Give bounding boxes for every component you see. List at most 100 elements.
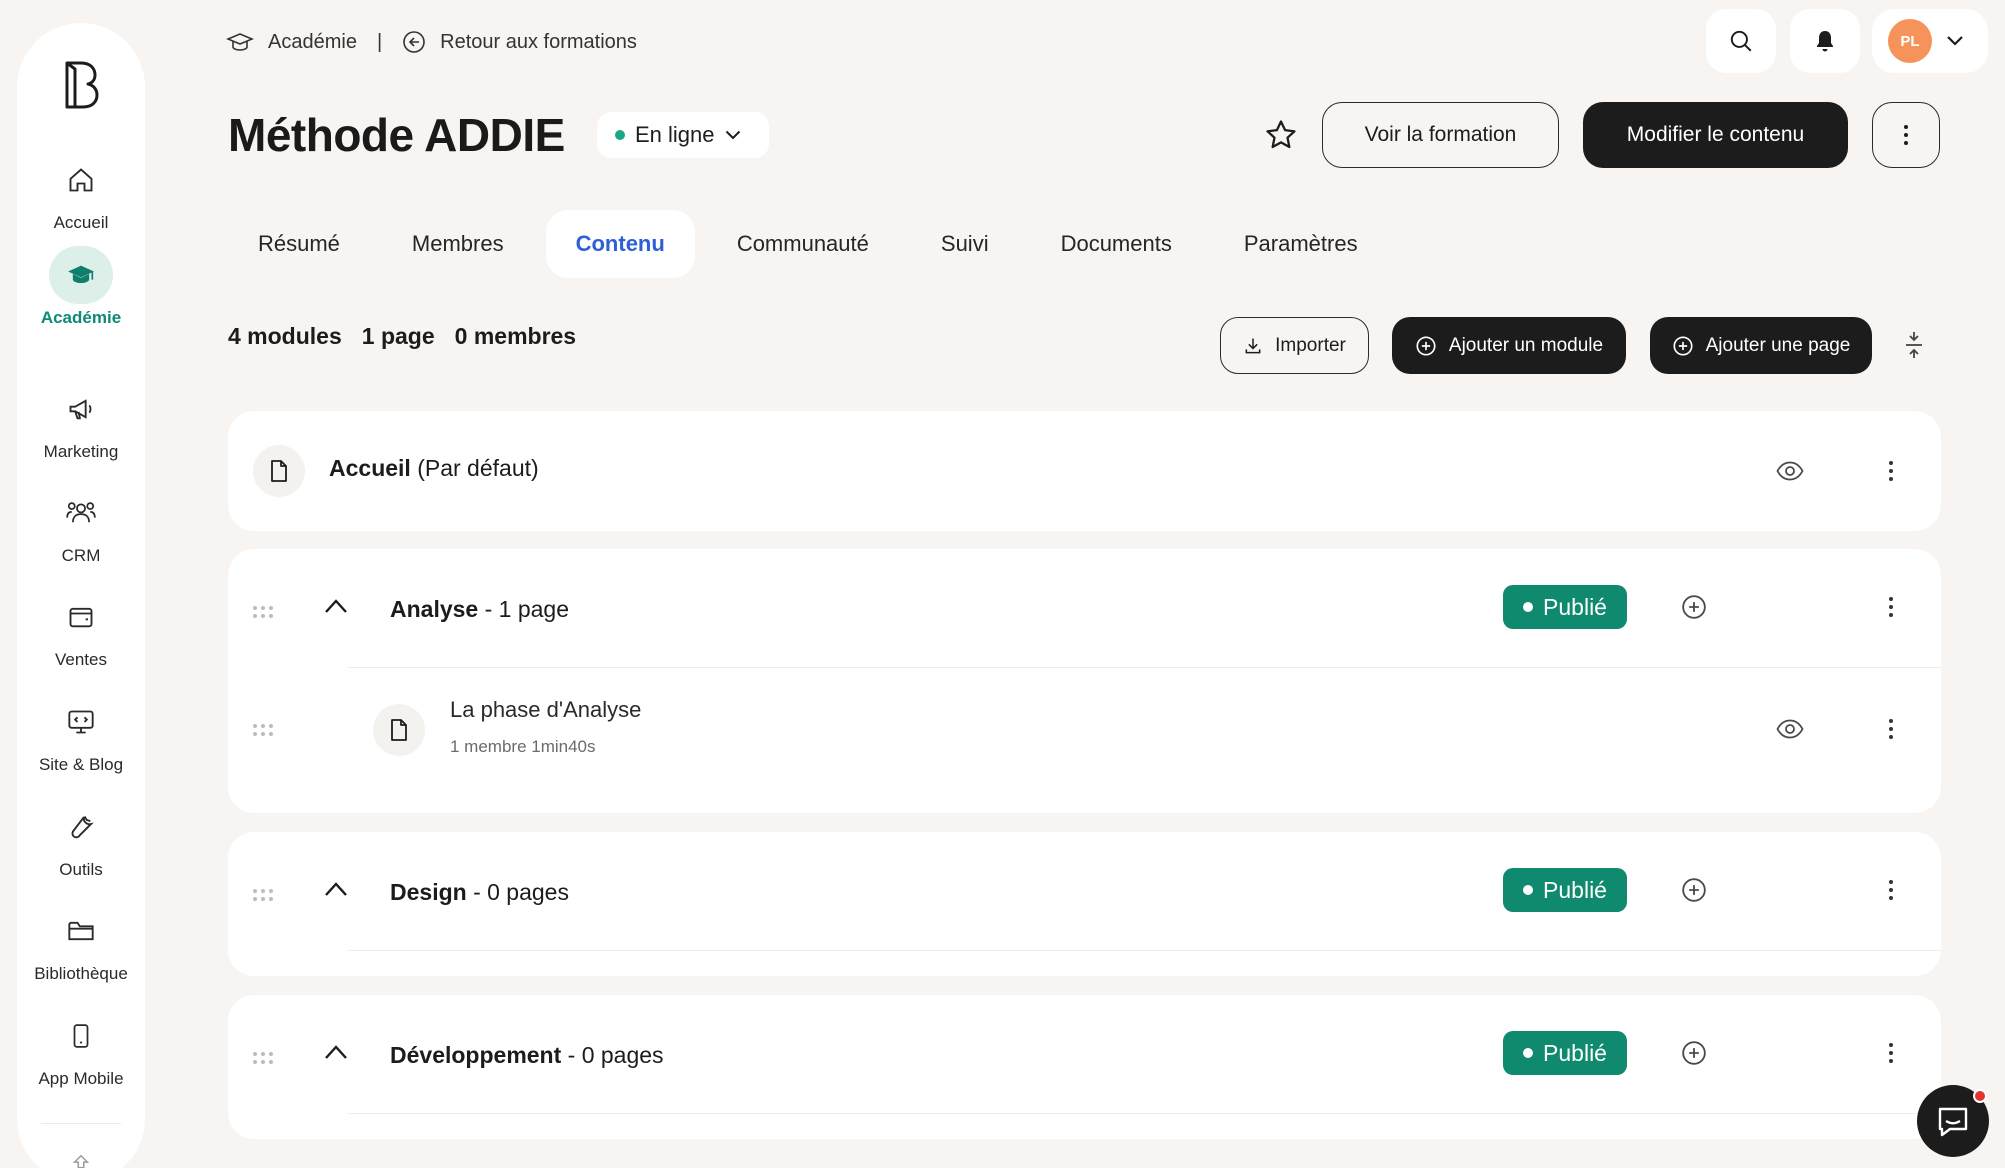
- wallet-icon: [49, 588, 113, 646]
- sidebar-item-outils[interactable]: Outils: [17, 798, 145, 898]
- drag-handle-icon[interactable]: [252, 888, 274, 902]
- drag-handle-icon[interactable]: [252, 1051, 274, 1065]
- sidebar-item-site-blog[interactable]: Site & Blog: [17, 693, 145, 793]
- preview-button[interactable]: [1772, 453, 1808, 489]
- collapse-module-button[interactable]: [324, 1044, 352, 1072]
- sidebar-item-label: CRM: [61, 546, 101, 565]
- users-icon: [49, 484, 113, 542]
- chevron-down-icon: [725, 130, 741, 140]
- app-logo[interactable]: [61, 57, 101, 109]
- search-button[interactable]: [1706, 9, 1776, 73]
- sidebar-item-marketing[interactable]: Marketing: [17, 380, 145, 480]
- add-page-to-module-button[interactable]: [1676, 589, 1712, 625]
- status-dropdown[interactable]: En ligne: [597, 112, 769, 158]
- row-menu-button[interactable]: [1873, 453, 1909, 489]
- pages-count: 1 page: [361, 323, 435, 349]
- drag-handle-icon[interactable]: [252, 723, 274, 737]
- megaphone-icon: [49, 380, 113, 438]
- user-menu[interactable]: PL: [1872, 9, 1988, 73]
- add-page-to-module-button[interactable]: [1676, 872, 1712, 908]
- back-link[interactable]: Retour aux formations: [402, 30, 637, 54]
- page-icon: [253, 445, 305, 497]
- notifications-button[interactable]: [1790, 9, 1860, 73]
- plus-circle-icon: [1672, 335, 1694, 357]
- more-vertical-icon: [1888, 879, 1894, 901]
- sidebar-item-ventes[interactable]: Ventes: [17, 588, 145, 688]
- sidebar-item-app-mobile[interactable]: App Mobile: [17, 1007, 145, 1107]
- chat-launcher-button[interactable]: [1917, 1085, 1989, 1157]
- tab-contenu[interactable]: Contenu: [545, 210, 695, 278]
- module-menu-button[interactable]: [1873, 589, 1909, 625]
- download-icon: [1243, 336, 1263, 356]
- collapse-vertical-icon: [1902, 330, 1934, 360]
- star-icon: [1264, 118, 1300, 152]
- view-course-button[interactable]: Voir la formation: [1322, 102, 1559, 168]
- tab-documents[interactable]: Documents: [1031, 210, 1202, 278]
- add-module-button[interactable]: Ajouter un module: [1392, 317, 1626, 374]
- sidebar: Accueil Académie Marketing CRM Ventes Si…: [17, 23, 145, 1168]
- home-page-title[interactable]: Accueil (Par défaut): [329, 455, 539, 482]
- drag-handle-icon[interactable]: [252, 605, 274, 619]
- chevron-up-icon: [324, 598, 352, 614]
- breadcrumb-academie[interactable]: Académie: [226, 30, 357, 54]
- sidebar-item-label: Ventes: [55, 650, 107, 669]
- module-menu-button[interactable]: [1873, 1035, 1909, 1071]
- sidebar-item-accueil[interactable]: Accueil: [17, 151, 145, 251]
- page-meta: 1 membre 1min40s: [450, 737, 596, 756]
- import-label: Importer: [1275, 334, 1346, 356]
- page-title: Méthode ADDIE: [228, 109, 565, 161]
- breadcrumb: Académie | Retour aux formations: [226, 26, 637, 58]
- tab-parametres[interactable]: Paramètres: [1214, 210, 1388, 278]
- monitor-icon: [49, 693, 113, 751]
- status-dot: [615, 130, 625, 140]
- module-title[interactable]: Analyse - 1 page: [390, 596, 569, 623]
- upload-icon[interactable]: [65, 1148, 97, 1168]
- module-card: Développement - 0 pages Publié: [228, 995, 1941, 1139]
- favorite-button[interactable]: [1264, 118, 1300, 154]
- tab-bar: Résumé Membres Contenu Communauté Suivi …: [228, 210, 1400, 278]
- plus-circle-icon: [1681, 877, 1707, 903]
- sidebar-item-crm[interactable]: CRM: [17, 484, 145, 584]
- more-vertical-icon: [1888, 718, 1894, 740]
- page-title[interactable]: La phase d'Analyse: [450, 697, 641, 723]
- more-options-button[interactable]: [1872, 102, 1940, 168]
- chevron-up-icon: [324, 881, 352, 897]
- module-menu-button[interactable]: [1873, 872, 1909, 908]
- status-dot: [1523, 885, 1534, 895]
- preview-button[interactable]: [1772, 711, 1808, 747]
- module-title[interactable]: Développement - 0 pages: [390, 1042, 664, 1069]
- add-page-to-module-button[interactable]: [1676, 1035, 1712, 1071]
- sidebar-item-bibliotheque[interactable]: Bibliothèque: [17, 902, 145, 1002]
- tab-suivi[interactable]: Suivi: [911, 210, 1019, 278]
- tab-membres[interactable]: Membres: [382, 210, 534, 278]
- page-icon: [373, 704, 425, 756]
- sidebar-item-label: Site & Blog: [38, 755, 124, 774]
- more-vertical-icon: [1888, 596, 1894, 618]
- chat-icon: [1936, 1105, 1970, 1137]
- module-divider: [348, 1113, 1941, 1114]
- module-title[interactable]: Design - 0 pages: [390, 879, 569, 906]
- status-badge-label: Publié: [1543, 876, 1607, 903]
- home-page-card: Accueil (Par défaut): [228, 411, 1941, 531]
- notification-dot: [1973, 1089, 1987, 1103]
- plus-circle-icon: [1415, 335, 1437, 357]
- members-count: 0 membres: [454, 323, 577, 349]
- row-menu-button[interactable]: [1873, 711, 1909, 747]
- tab-resume[interactable]: Résumé: [228, 210, 370, 278]
- sidebar-item-academie[interactable]: Académie: [17, 246, 145, 346]
- chevron-up-icon: [324, 1044, 352, 1060]
- collapse-module-button[interactable]: [324, 881, 352, 909]
- add-page-label: Ajouter une page: [1705, 334, 1851, 356]
- tab-communaute[interactable]: Communauté: [707, 210, 899, 278]
- collapse-module-button[interactable]: [324, 598, 352, 626]
- wrench-icon: [49, 798, 113, 856]
- eye-icon: [1776, 461, 1804, 481]
- more-vertical-icon: [1888, 460, 1894, 482]
- sidebar-item-label: Marketing: [43, 442, 119, 461]
- edit-content-button[interactable]: Modifier le contenu: [1583, 102, 1848, 168]
- add-page-button[interactable]: Ajouter une page: [1650, 317, 1872, 374]
- sidebar-divider: [41, 1123, 121, 1124]
- status-badge: Publié: [1503, 868, 1627, 912]
- collapse-all-button[interactable]: [1902, 330, 1934, 362]
- import-button[interactable]: Importer: [1220, 317, 1369, 374]
